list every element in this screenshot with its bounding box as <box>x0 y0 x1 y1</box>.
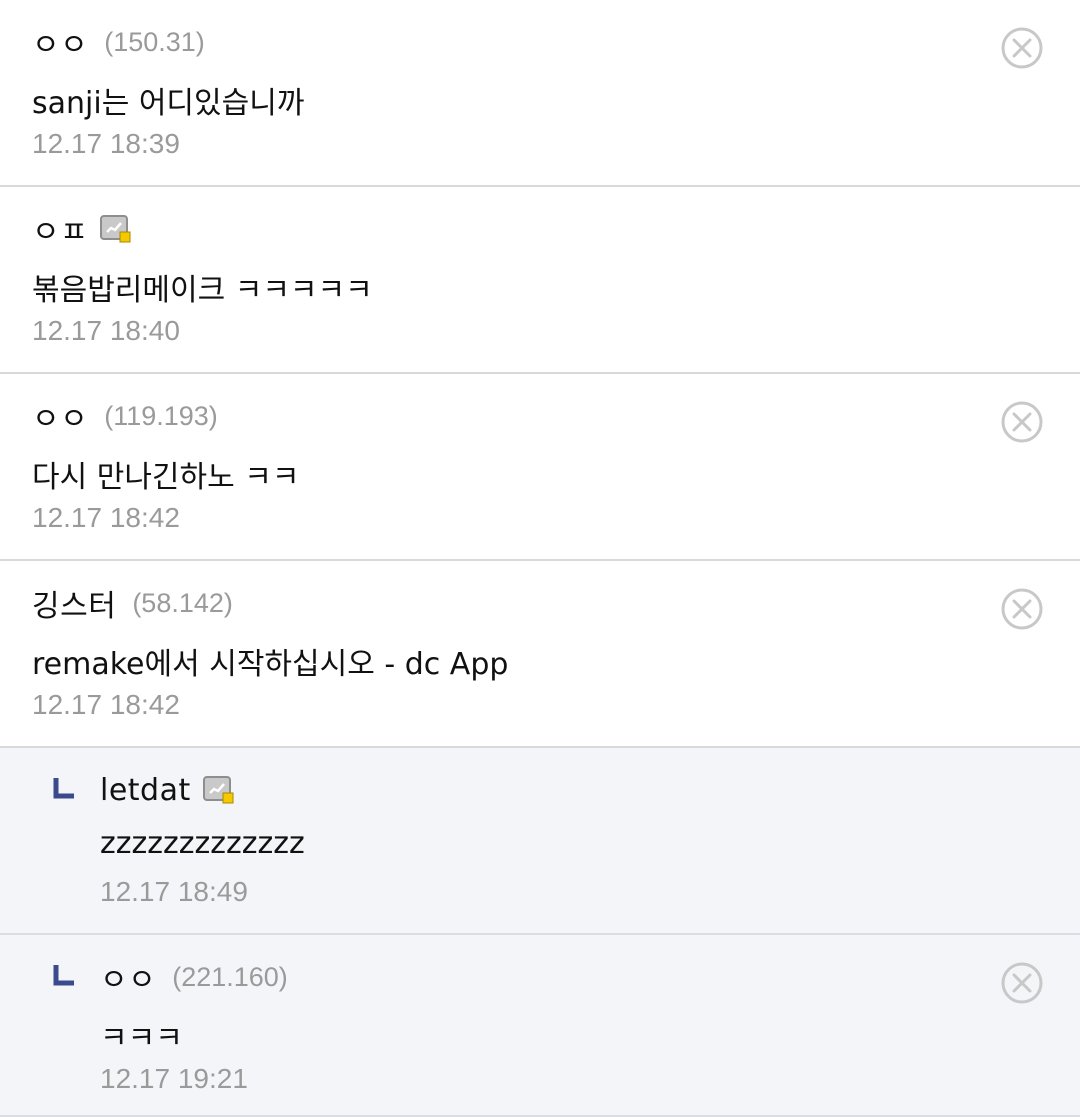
comment-item: ㅇㅍ 볶음밥리메이크 ㅋㅋㅋㅋㅋ 12.17 18:40 <box>0 187 1080 374</box>
comment-body: zzzzzzzzzzzzz <box>100 826 305 861</box>
comment-author-row: letdat <box>100 770 235 810</box>
comment-ip: (58.142) <box>132 587 233 618</box>
delete-comment-button[interactable] <box>1000 400 1044 444</box>
comment-author-row: ㅇㅇ (221.160) <box>100 955 288 999</box>
comment-ip: (221.160) <box>172 961 288 992</box>
comment-author-row: 깅스터 (58.142) <box>32 581 233 625</box>
comment-nickname[interactable]: ㅇㅇ <box>100 955 156 999</box>
comment-item: 깅스터 (58.142) remake에서 시작하십시오 - dc App 12… <box>0 561 1080 748</box>
comment-author-row: ㅇㅍ <box>32 207 132 251</box>
comment-timestamp: 12.17 18:42 <box>32 689 180 720</box>
comment-body: sanji는 어디있습니까 <box>32 86 305 121</box>
comment-ip: (119.193) <box>104 400 218 431</box>
comment-item: ㅇㅇ (119.193) 다시 만나긴하노 ㅋㅋ 12.17 18:42 <box>0 374 1080 561</box>
comment-nickname[interactable]: ㅇㅇ <box>32 394 88 438</box>
comment-body: 다시 만나긴하노 ㅋㅋ <box>32 460 300 495</box>
comment-nickname[interactable]: ㅇㅇ <box>32 20 88 64</box>
gallog-member-icon[interactable] <box>100 215 132 243</box>
comment-list: ㅇㅇ (150.31) sanji는 어디있습니까 12.17 18:39 ㅇㅍ… <box>0 0 1080 1117</box>
comment-timestamp: 12.17 18:49 <box>100 876 248 907</box>
delete-comment-button[interactable] <box>1000 26 1044 70</box>
comment-timestamp: 12.17 18:39 <box>32 128 180 159</box>
comment-body: ㅋㅋㅋ <box>100 1021 183 1056</box>
reply-arrow-icon <box>53 778 74 799</box>
comment-ip: (150.31) <box>104 26 205 57</box>
comment-timestamp: 12.17 18:40 <box>32 315 180 346</box>
comment-item: ㅇㅇ (150.31) sanji는 어디있습니까 12.17 18:39 <box>0 0 1080 187</box>
comment-body: remake에서 시작하십시오 - dc App <box>32 647 509 682</box>
comment-nickname[interactable]: letdat <box>100 773 191 808</box>
reply-item: letdat zzzzzzzzzzzzz 12.17 18:49 <box>0 748 1080 935</box>
delete-comment-button[interactable] <box>1000 961 1044 1005</box>
delete-comment-button[interactable] <box>1000 587 1044 631</box>
comment-nickname[interactable]: ㅇㅍ <box>32 207 88 251</box>
comment-body: 볶음밥리메이크 ㅋㅋㅋㅋㅋ <box>32 273 373 308</box>
comment-timestamp: 12.17 19:21 <box>100 1063 248 1094</box>
gallog-member-icon[interactable] <box>202 776 235 804</box>
comment-author-row: ㅇㅇ (150.31) <box>32 20 205 64</box>
comment-timestamp: 12.17 18:42 <box>32 502 180 533</box>
comment-nickname[interactable]: 깅스터 <box>32 581 116 625</box>
reply-arrow-icon <box>53 965 74 986</box>
reply-item: ㅇㅇ (221.160) ㅋㅋㅋ 12.17 19:21 <box>0 935 1080 1117</box>
comment-author-row: ㅇㅇ (119.193) <box>32 394 218 438</box>
